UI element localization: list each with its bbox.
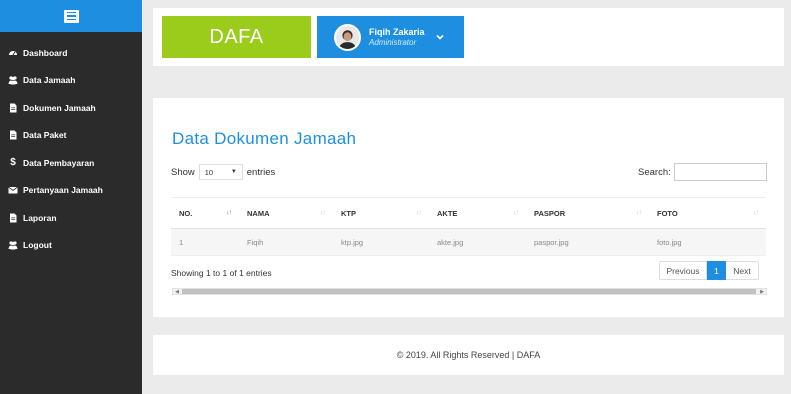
pagination: Previous 1 Next xyxy=(659,261,759,280)
users-icon xyxy=(8,75,18,85)
column-header-akte[interactable]: AKTE ↓↑ xyxy=(429,197,526,229)
scroll-left-icon[interactable]: ◀ xyxy=(173,288,181,295)
users-icon xyxy=(8,240,18,250)
scrollbar-thumb[interactable] xyxy=(182,289,756,294)
hamburger-icon[interactable] xyxy=(63,9,79,23)
chevron-down-icon[interactable] xyxy=(435,32,445,42)
cell-paspor: paspor.jpg xyxy=(526,228,649,256)
scroll-right-icon[interactable]: ▶ xyxy=(758,288,766,295)
sidebar-item-dokumen-jamaah[interactable]: Dokumen Jamaah xyxy=(0,94,142,122)
cell-no: 1 xyxy=(171,228,239,256)
sidebar-item-logout[interactable]: Logout xyxy=(0,232,142,260)
footer: © 2019. All Rights Reserved | DAFA xyxy=(153,335,784,375)
sort-icon: ↓↑ xyxy=(320,209,326,217)
column-header-ktp[interactable]: KTP ↓↑ xyxy=(333,197,429,229)
column-header-nama[interactable]: NAMA ↓↑ xyxy=(239,197,333,229)
horizontal-scrollbar[interactable]: ◀ ▶ xyxy=(172,288,767,295)
pagination-previous[interactable]: Previous xyxy=(659,261,707,280)
envelope-icon xyxy=(8,185,18,195)
sidebar-item-laporan[interactable]: Laporan xyxy=(0,204,142,232)
sidebar-item-pertanyaan-jamaah[interactable]: Pertanyaan Jamaah xyxy=(0,177,142,205)
sidebar-item-data-paket[interactable]: Data Paket xyxy=(0,122,142,150)
footer-text: © 2019. All Rights Reserved | DAFA xyxy=(396,350,541,360)
file-icon xyxy=(8,213,18,223)
column-header-no[interactable]: NO. ↓↑ xyxy=(171,197,239,229)
cell-ktp: ktp.jpg xyxy=(333,228,429,256)
user-info: Fiqih Zakaria Administrator xyxy=(369,27,425,47)
user-name: Fiqih Zakaria xyxy=(369,26,425,37)
entries-label: entries xyxy=(246,166,276,178)
column-header-foto[interactable]: FOTO ↓↑ xyxy=(649,197,766,229)
dashboard-icon xyxy=(8,48,18,58)
file-icon xyxy=(8,130,18,140)
sort-icon: ↓↑ xyxy=(636,209,642,217)
file-icon xyxy=(8,103,18,113)
sidebar-item-dashboard[interactable]: Dashboard xyxy=(0,39,142,67)
sidebar-item-data-pembayaran[interactable]: $ Data Pembayaran xyxy=(0,149,142,177)
cell-nama: Fiqih xyxy=(239,228,333,256)
avatar xyxy=(334,23,361,51)
search-input[interactable] xyxy=(673,163,767,181)
table-search: Search: xyxy=(638,163,767,181)
dollar-icon: $ xyxy=(10,157,16,169)
documents-card: Data Dokumen Jamaah Show 10 ▼ entries Se… xyxy=(153,98,784,317)
entries-select-value: 10 xyxy=(204,167,214,177)
sidebar-menu: Dashboard Data Jamaah Dokumen Jamaah Dat… xyxy=(0,39,142,259)
user-role: Administrator xyxy=(369,37,417,47)
cell-akte: akte.jpg xyxy=(429,228,526,256)
brand-logo[interactable]: DAFA xyxy=(162,16,311,58)
cell-foto: foto.jpg xyxy=(649,228,766,256)
pagination-page-1[interactable]: 1 xyxy=(707,261,726,280)
sort-icon: ↓↑ xyxy=(753,209,759,217)
sidebar: Dashboard Data Jamaah Dokumen Jamaah Dat… xyxy=(0,0,142,394)
pagination-next[interactable]: Next xyxy=(726,261,759,280)
documents-table: NO. ↓↑ NAMA ↓↑ KTP ↓↑ AKTE ↓↑ PASPOR ↓↑ FOTO ↓… xyxy=(171,197,766,256)
user-menu-button[interactable]: Fiqih Zakaria Administrator xyxy=(317,16,464,58)
entries-length-control: Show 10 ▼ entries xyxy=(171,164,275,180)
table-header-row: NO. ↓↑ NAMA ↓↑ KTP ↓↑ AKTE ↓↑ PASPOR ↓↑ FOTO ↓… xyxy=(171,197,766,229)
sidebar-toggle[interactable] xyxy=(0,0,142,32)
entries-select[interactable]: 10 ▼ xyxy=(198,164,243,180)
page-title: Data Dokumen Jamaah xyxy=(172,129,357,148)
caret-down-icon: ▼ xyxy=(230,169,237,175)
sidebar-item-data-jamaah[interactable]: Data Jamaah xyxy=(0,67,142,95)
top-header: DAFA Fiqih Zakaria Administrator xyxy=(153,8,784,66)
show-label: Show xyxy=(171,166,195,178)
column-header-paspor[interactable]: PASPOR ↓↑ xyxy=(526,197,649,229)
search-label: Search: xyxy=(638,166,671,178)
table-row: 1 Fiqih ktp.jpg akte.jpg paspor.jpg foto… xyxy=(171,228,766,256)
sort-icon: ↓↑ xyxy=(416,209,422,217)
table-info: Showing 1 to 1 of 1 entries xyxy=(171,268,272,278)
sort-icon: ↓↑ xyxy=(226,209,232,217)
sort-icon: ↓↑ xyxy=(513,209,519,217)
